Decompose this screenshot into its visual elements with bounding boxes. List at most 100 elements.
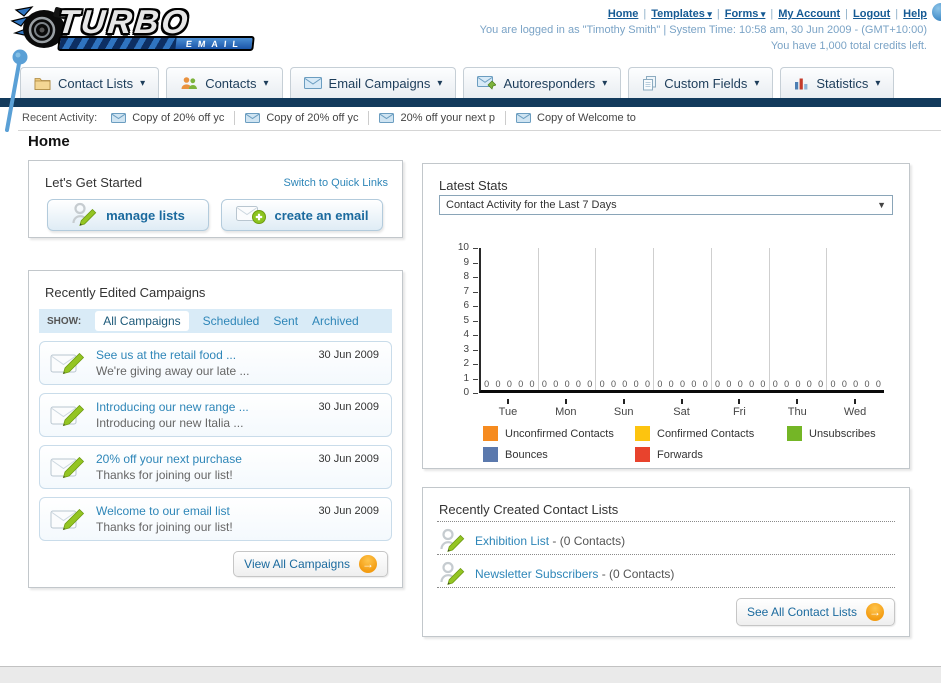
chevron-down-icon: ▾: [704, 9, 712, 19]
campaign-date: 30 Jun 2009: [318, 349, 379, 361]
x-axis-tick: [680, 399, 683, 404]
contacts-icon: [180, 76, 198, 90]
recent-activity-item-label: 20% off your next p: [400, 112, 496, 124]
contact-list-text: Exhibition List - (0 Contacts): [475, 534, 625, 548]
contact-list-link[interactable]: Newsletter Subscribers: [475, 567, 598, 581]
campaign-date: 30 Jun 2009: [318, 505, 379, 517]
login-info: You are logged in as "Timothy Smith" | S…: [479, 24, 927, 36]
x-axis-day-label: Wed: [843, 406, 867, 418]
campaign-title-link[interactable]: Welcome to our email list: [96, 504, 230, 518]
x-axis-tick: [854, 399, 857, 404]
y-axis-tick-label: 1: [463, 372, 469, 384]
arrow-circle-icon: →: [866, 603, 884, 621]
recent-activity-item[interactable]: 20% off your next p: [379, 112, 495, 124]
campaign-subtitle: Introducing our new Italia ...: [96, 416, 244, 430]
legend-item: Forwards: [635, 447, 787, 462]
x-axis-day: Thu: [768, 399, 826, 418]
recent-contact-lists-title: Recently Created Contact Lists: [439, 502, 619, 517]
campaign-title-link[interactable]: 20% off your next purchase: [96, 452, 242, 466]
switch-to-quick-links[interactable]: Switch to Quick Links: [283, 177, 388, 189]
y-axis-tick: [473, 349, 478, 351]
x-axis-day: Wed: [826, 399, 884, 418]
recent-activity-item[interactable]: Copy of Welcome to: [516, 112, 636, 124]
campaign-title-link[interactable]: See us at the retail food ...: [96, 348, 236, 362]
divider: [505, 111, 507, 125]
top-link-templates[interactable]: Templates ▾: [651, 8, 712, 20]
chevron-down-icon: ▾: [140, 77, 146, 89]
separator: |: [643, 8, 647, 20]
recent-activity-label: Recent Activity:: [22, 112, 98, 124]
main-nav-tabbar: Contact Lists ▾ Contacts ▾ Email Campaigns ▾ A…: [20, 67, 895, 98]
envelope-pencil-icon: [50, 505, 86, 535]
small-envelope-icon: [111, 113, 127, 123]
recent-campaigns-title: Recently Edited Campaigns: [45, 285, 206, 300]
separator: |: [895, 8, 899, 20]
campaign-title-link[interactable]: Introducing our new range ...: [96, 400, 249, 414]
latest-stats-title: Latest Stats: [439, 178, 508, 193]
contact-list-row[interactable]: Newsletter Subscribers - (0 Contacts): [439, 559, 674, 589]
tab-contact-lists[interactable]: Contact Lists ▾: [20, 67, 160, 98]
filter-scheduled[interactable]: Scheduled: [203, 314, 260, 328]
y-axis-tick: [473, 378, 478, 380]
tab-label: Contact Lists: [58, 75, 134, 91]
campaign-row[interactable]: See us at the retail food ... We're givin…: [39, 341, 392, 385]
view-all-campaigns-button[interactable]: View All Campaigns →: [233, 551, 388, 577]
y-axis-tick-label: 5: [463, 314, 469, 326]
y-axis-tick-label: 0: [463, 387, 469, 398]
y-axis-tick: [473, 277, 478, 278]
campaign-row[interactable]: Introducing our new range ... Introducing…: [39, 393, 392, 437]
envelope-arrow-icon: [477, 76, 497, 90]
page-title: Home: [28, 133, 70, 150]
top-link-forms[interactable]: Forms ▾: [725, 8, 766, 20]
y-axis-tick: [473, 335, 478, 336]
tab-autoresponders[interactable]: Autoresponders ▾: [463, 67, 622, 98]
tab-email-campaigns[interactable]: Email Campaigns ▾: [289, 67, 457, 98]
contact-list-row[interactable]: Exhibition List - (0 Contacts): [439, 526, 625, 556]
legend-label: Bounces: [505, 448, 548, 461]
recent-activity-item[interactable]: Copy of 20% off yc: [111, 112, 224, 124]
x-axis-tick: [564, 399, 567, 404]
y-axis-tick-label: 4: [463, 329, 469, 340]
chevron-down-icon: ▾: [602, 77, 608, 89]
bar-value-labels: 00000: [772, 379, 824, 389]
x-axis-day: Fri: [710, 399, 768, 418]
top-link-home[interactable]: Home: [608, 8, 639, 20]
see-all-contact-lists-button[interactable]: See All Contact Lists →: [735, 598, 895, 626]
chart-day-group: 00000: [595, 248, 653, 390]
top-link-help[interactable]: Help: [903, 8, 927, 20]
top-link-my-account[interactable]: My Account: [778, 8, 840, 20]
x-axis-day: Sat: [653, 399, 711, 418]
bar-value-labels: 00000: [657, 379, 708, 389]
filter-archived[interactable]: Archived: [312, 314, 359, 328]
campaign-row[interactable]: Welcome to our email list Thanks for join…: [39, 497, 392, 541]
recent-activity-bar: Recent Activity: Copy of 20% off yc Copy …: [0, 107, 941, 129]
header-right: Home | Templates ▾ | Forms ▾ | My Account | Logo…: [480, 5, 927, 54]
filter-all-campaigns[interactable]: All Campaigns: [95, 311, 189, 331]
latest-stats-panel: Latest Stats Contact Activity for the La…: [422, 163, 910, 469]
manage-lists-button[interactable]: manage lists: [47, 199, 209, 231]
recent-activity-item-label: Copy of 20% off yc: [266, 112, 359, 124]
contact-list-link[interactable]: Exhibition List: [475, 534, 549, 548]
person-pencil-icon: [439, 528, 465, 554]
top-link-logout[interactable]: Logout: [853, 8, 890, 20]
recent-activity-item[interactable]: Copy of 20% off yc: [245, 112, 358, 124]
get-started-panel: Let's Get Started Switch to Quick Links …: [28, 160, 403, 238]
x-axis-day: Tue: [479, 399, 537, 418]
tab-contacts[interactable]: Contacts ▾: [166, 67, 283, 98]
chart-day-group: 00000: [826, 248, 884, 390]
envelope-icon: [303, 77, 322, 89]
chevron-down-icon: ▾: [875, 77, 881, 89]
tab-statistics[interactable]: Statistics ▾: [780, 67, 895, 98]
legend-swatch: [635, 447, 650, 462]
legend-swatch: [787, 426, 802, 441]
small-envelope-icon: [245, 113, 261, 123]
person-pencil-icon: [71, 202, 97, 228]
y-axis-tick-label: 7: [463, 285, 469, 297]
create-an-email-button[interactable]: create an email: [221, 199, 383, 231]
divider: [437, 554, 895, 555]
tab-custom-fields[interactable]: Custom Fields ▾: [628, 67, 774, 98]
filter-sent[interactable]: Sent: [273, 314, 298, 328]
campaign-row[interactable]: 20% off your next purchase Thanks for joi…: [39, 445, 392, 489]
blue-dot-decoration: [932, 3, 941, 21]
stats-period-select[interactable]: Contact Activity for the Last 7 Days ▼: [439, 195, 893, 215]
